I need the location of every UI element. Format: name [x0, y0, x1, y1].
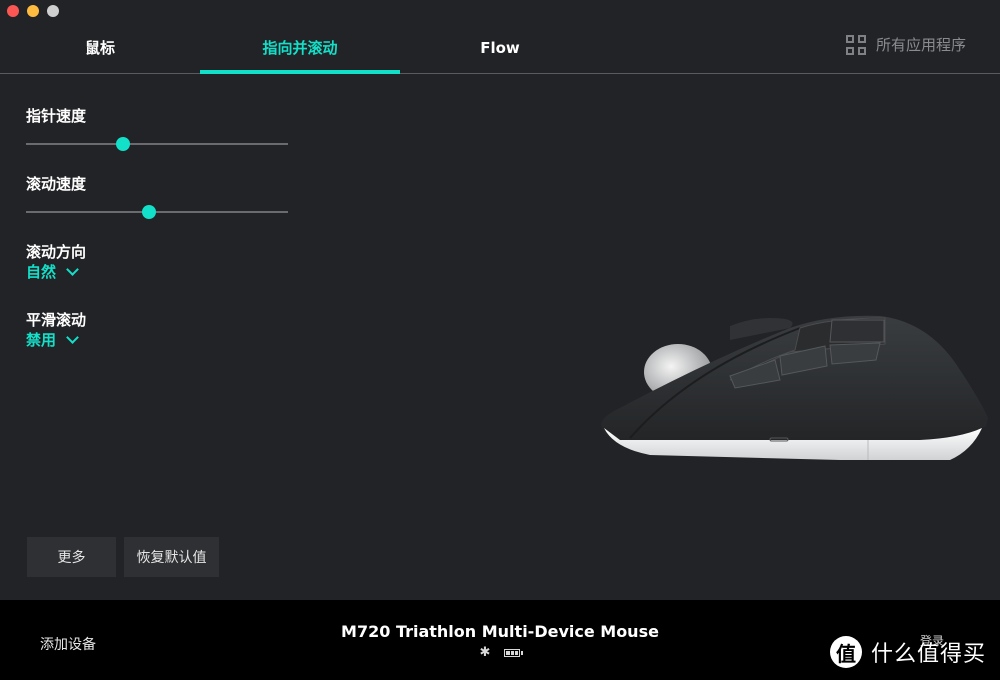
smooth-scroll-value: 禁用 — [26, 331, 57, 349]
chevron-down-icon — [66, 262, 79, 276]
watermark: 值 什么值得买 — [830, 636, 986, 668]
watermark-logo: 值 — [830, 636, 862, 668]
minimize-window-button[interactable] — [27, 5, 39, 17]
slider-thumb[interactable] — [142, 205, 157, 219]
scroll-direction-dropdown[interactable]: 自然 — [26, 261, 79, 282]
footer-bar: 添加设备 M720 Triathlon Multi-Device Mouse ✱… — [0, 600, 1000, 680]
slider-thumb[interactable] — [115, 137, 130, 151]
scroll-direction-value: 自然 — [26, 263, 57, 281]
smooth-scroll-dropdown[interactable]: 禁用 — [26, 329, 79, 350]
mouse-device-image — [590, 300, 1000, 480]
tab-mouse[interactable]: 鼠标 — [0, 22, 200, 73]
chevron-down-icon — [66, 330, 79, 344]
scroll-speed-slider[interactable] — [26, 204, 288, 220]
restore-defaults-button[interactable]: 恢复默认值 — [124, 537, 219, 577]
active-tab-indicator — [200, 70, 400, 74]
grid-icon — [845, 34, 866, 55]
scroll-direction-label: 滚动方向 — [26, 243, 87, 261]
title-bar — [0, 0, 1000, 22]
tab-flow[interactable]: Flow — [400, 22, 600, 73]
zoom-window-button[interactable] — [47, 5, 59, 17]
bluetooth-icon: ✱ — [479, 645, 491, 660]
battery-icon — [504, 649, 524, 657]
close-window-button[interactable] — [7, 5, 19, 17]
tab-point-and-scroll[interactable]: 指向并滚动 — [200, 22, 400, 73]
smooth-scroll-label: 平滑滚动 — [26, 311, 87, 329]
all-apps-button[interactable]: 所有应用程序 — [845, 34, 966, 55]
all-apps-label: 所有应用程序 — [875, 36, 966, 54]
pointer-speed-slider[interactable] — [26, 136, 288, 152]
slider-track — [26, 143, 288, 145]
tab-bar: 鼠标 指向并滚动 Flow 所有应用程序 — [0, 22, 1000, 74]
more-button[interactable]: 更多 — [27, 537, 116, 577]
scroll-speed-label: 滚动速度 — [26, 175, 87, 193]
watermark-text: 什么值得买 — [871, 642, 987, 667]
pointer-speed-label: 指针速度 — [26, 107, 87, 125]
slider-track — [26, 211, 288, 213]
